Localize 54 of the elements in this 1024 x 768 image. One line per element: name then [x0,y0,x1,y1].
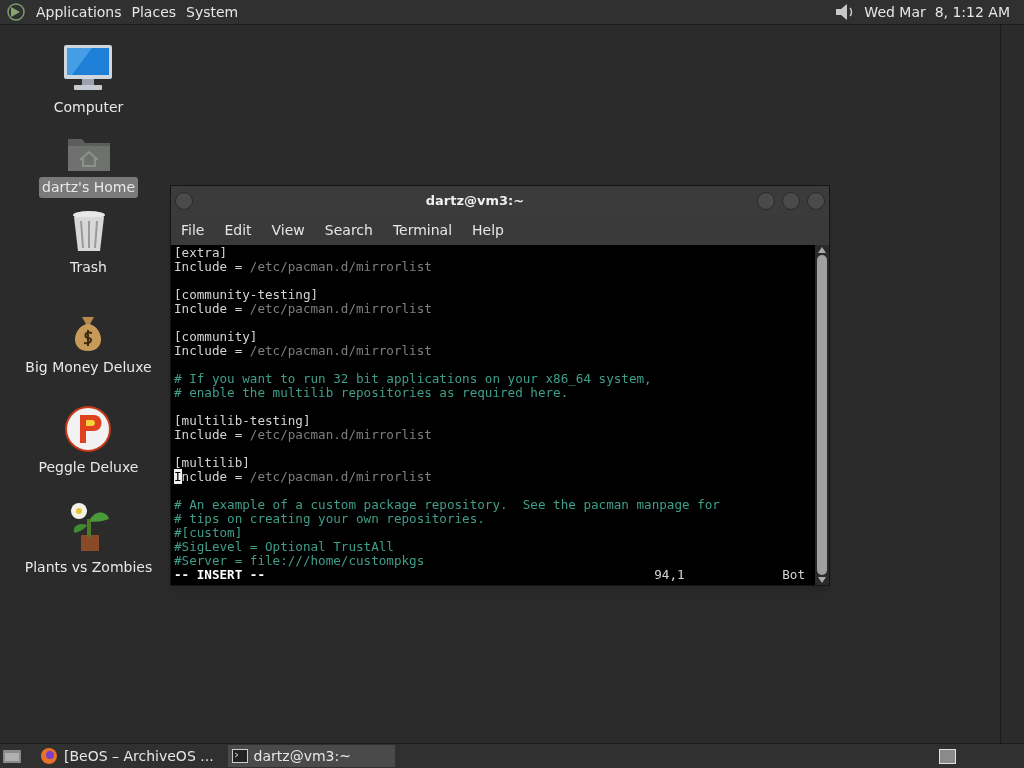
window-menu-icon[interactable] [175,191,193,210]
terminal-line: [community] [174,330,258,344]
desktop-icon-label[interactable]: Trash [67,257,110,278]
desktop-icon-label[interactable]: Computer [50,97,127,118]
minimize-button[interactable] [757,191,775,210]
terminal-line: Include = /etc/pacman.d/mirrorlist [174,470,432,484]
vim-mode: -- INSERT -- [174,568,265,582]
menu-item[interactable]: Search [318,219,379,241]
trash-icon [70,209,107,253]
desktop-icon-label[interactable]: dartz's Home [39,177,138,198]
menu-item[interactable]: Edit [218,219,258,241]
terminal-line: Include = /etc/pacman.d/mirrorlist [174,428,432,442]
scroll-position: Bot [782,568,805,582]
terminal-line: #SigLevel = Optional TrustAll [174,540,394,554]
panel-menu[interactable]: Places [127,1,181,23]
terminal-line: [multilib-testing] [174,414,311,428]
terminal-line: Include = /etc/pacman.d/mirrorlist [174,344,432,358]
browser-icon [40,747,58,765]
terminal-line: [extra] [174,246,228,260]
scroll-up-icon[interactable] [818,247,826,253]
panel-menu[interactable]: System [182,1,243,23]
terminal-line: # tips on creating your own repositories. [174,512,485,526]
terminal-line: # If you want to run 32 bit applications on your x86_64 system, [174,372,652,386]
show-desktop-icon[interactable] [2,747,22,765]
cursor-position: 94,1 [654,568,686,582]
terminal-line: # enable the multilib repositories as required here. [174,386,569,400]
terminal-line: Include = /etc/pacman.d/mirrorlist [174,302,432,316]
menu-item[interactable]: View [265,219,311,241]
menu-item[interactable]: File [175,219,211,241]
terminal-line: #Server = file:///home/custompkgs [174,554,425,568]
panel-menu[interactable]: Applications [32,1,126,23]
workspace-switcher[interactable] [939,748,956,764]
menu-item[interactable]: Terminal [386,219,459,241]
scroll-down-icon[interactable] [818,577,826,583]
ball-logo-icon [64,405,113,453]
terminal-icon [231,749,248,763]
terminal-line: [community-testing] [174,288,319,302]
scrollbar-thumb[interactable] [817,255,827,575]
computer-icon [62,43,115,93]
menu-item[interactable]: Help [466,219,510,241]
terminal-line: #[custom] [174,526,243,540]
desktop-icon-label[interactable]: Plants vs Zombies [21,557,156,578]
terminal-line: # An example of a custom package repository. See the pacman manpage for [174,498,720,512]
maximize-button[interactable] [782,191,800,210]
terminal-line: [multilib] [174,456,250,470]
desktop-icon-label[interactable]: Big Money Deluxe [22,357,155,378]
taskbar-item[interactable]: dartz@vm3:~ [227,745,395,767]
desktop-icon-label[interactable]: Peggle Deluxe [35,457,142,478]
taskbar-item[interactable]: [BeOS – ArchiveOS ... [36,745,218,767]
close-button[interactable] [807,191,825,210]
window-title: dartz@vm3:~ [424,191,526,210]
logo-icon [6,2,26,22]
terminal-line: Include = /etc/pacman.d/mirrorlist [174,260,432,274]
clock[interactable]: Wed Mar 8, 1:12 AM [864,1,1010,23]
